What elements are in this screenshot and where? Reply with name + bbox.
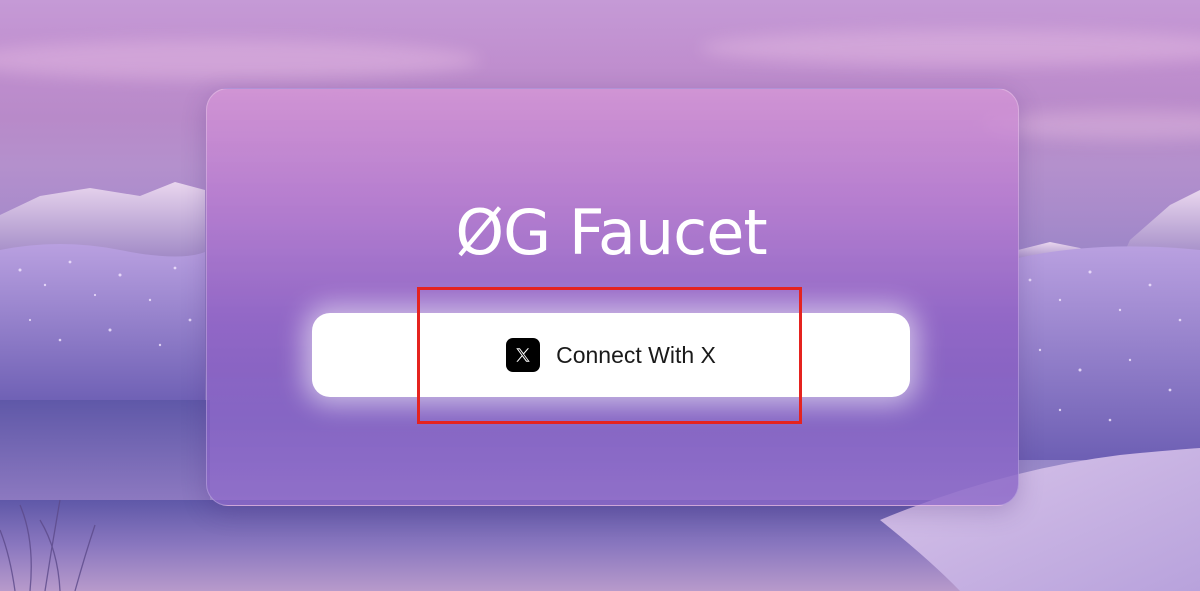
connect-with-x-button[interactable]: Connect With X	[312, 313, 910, 397]
faucet-card	[206, 88, 1019, 506]
page-title: ØG Faucet	[455, 196, 767, 269]
x-logo-icon	[506, 338, 541, 372]
field-right	[1018, 246, 1200, 460]
connect-button-label: Connect With X	[556, 341, 716, 368]
